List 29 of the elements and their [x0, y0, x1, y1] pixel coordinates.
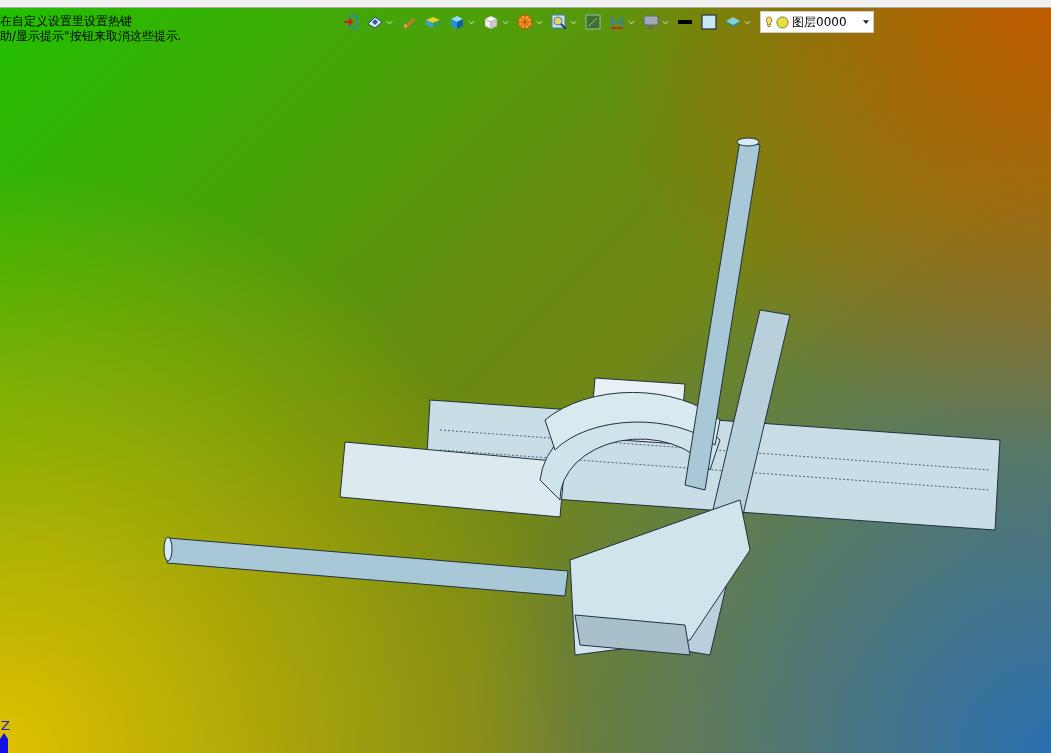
layers-icon [725, 14, 741, 30]
hint-text: 助/显示提示"按钮来取消这些提示. [0, 29, 183, 44]
hint-text: 在自定义设置里设置热键 [0, 14, 133, 29]
axis-arrow-icon [0, 733, 8, 753]
caret-icon [744, 19, 751, 25]
square-icon [701, 14, 717, 30]
caret-icon [628, 19, 635, 25]
wheel-icon [517, 14, 533, 30]
dropdown-arrow-icon [863, 20, 869, 24]
ruler-icon [609, 14, 625, 30]
view-icon [367, 14, 383, 30]
caret-icon [536, 19, 543, 25]
exit-icon [343, 14, 359, 30]
caret-icon [468, 19, 475, 25]
bulb-icon [765, 15, 773, 29]
toolbar-button[interactable] [698, 11, 720, 33]
monitor-icon [643, 14, 659, 30]
caret-icon [570, 19, 577, 25]
box-icon [425, 14, 441, 30]
axis-label: Z [0, 719, 10, 733]
caret-icon [502, 19, 509, 25]
caret-icon [386, 19, 393, 25]
cube-icon [483, 14, 499, 30]
magnifier-icon [551, 14, 567, 30]
caret-icon [662, 19, 669, 25]
cube-icon [449, 14, 465, 30]
frame-icon [585, 14, 601, 30]
circle-icon [776, 15, 789, 29]
layer-select[interactable]: 图层0000 [760, 11, 874, 33]
